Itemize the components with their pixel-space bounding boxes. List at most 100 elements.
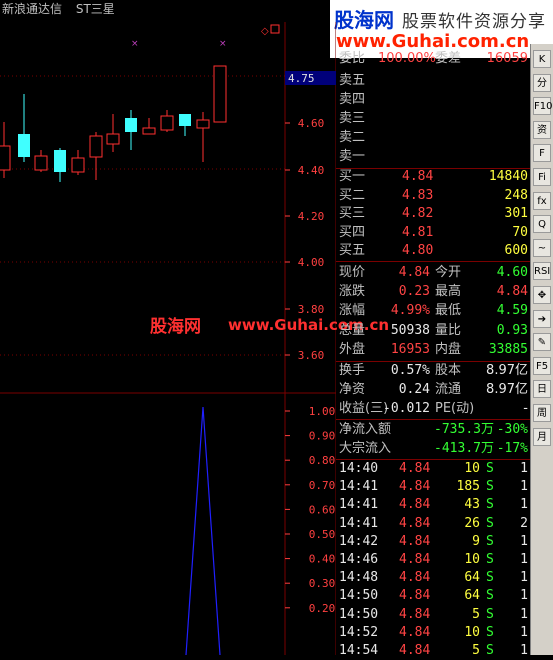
bid-row[interactable]: 买二 4.83 248 — [338, 187, 530, 205]
divider — [336, 261, 530, 262]
candle-body — [89, 135, 103, 158]
price-tick-label: 4.40 — [298, 164, 325, 177]
bid-price: 4.83 — [402, 187, 434, 203]
bid-label: 买二 — [339, 187, 366, 203]
current-price-label: 4.75 — [288, 72, 315, 85]
tick-volume: 64 — [464, 588, 480, 604]
tick-count: 1 — [520, 588, 528, 604]
ask-row[interactable]: 卖五 — [338, 72, 530, 90]
ask-row[interactable]: 卖四 — [338, 91, 530, 109]
flow-label: 净流入额 — [339, 422, 392, 437]
bid-row[interactable]: 买五 4.80 600 — [338, 242, 530, 260]
stat-label: 现价 — [339, 265, 366, 280]
tick-time: 14:41 — [339, 515, 379, 531]
price-tick-label: 4.00 — [298, 256, 325, 269]
title-bar: 新浪通达信 ST三星 — [0, 0, 330, 18]
divider — [336, 419, 530, 420]
tick-count: 1 — [520, 624, 528, 640]
indicator-tick-label: 0.30 — [309, 577, 336, 590]
fund-row: 换手 0.57% 股本 8.97亿 — [338, 362, 530, 380]
toolbar-button[interactable]: F5 — [533, 356, 551, 375]
bid-price: 4.82 — [402, 206, 434, 221]
flow-row: 净流入额 -735.3万 -30% — [338, 421, 530, 439]
tick-row: 14:54 4.84 5 S 1 — [338, 642, 530, 660]
price-tick-label: 4.20 — [298, 210, 325, 223]
tick-row: 14:46 4.84 10 S 1 — [338, 551, 530, 569]
toolbar-button[interactable]: 资 — [533, 120, 551, 139]
toolbar-button[interactable]: 周 — [533, 404, 551, 422]
toolbar-button[interactable]: fx — [533, 191, 551, 210]
toolbar-button[interactable]: ✥ — [533, 286, 551, 304]
logo-tagline: 股票软件资源分享 — [402, 12, 546, 32]
price-grid — [0, 75, 285, 356]
tick-time: 14:46 — [339, 552, 379, 567]
toolbar-button[interactable]: ➔ — [533, 309, 551, 328]
flow-pct: -17% — [496, 441, 528, 456]
tick-time: 14:48 — [339, 570, 379, 586]
tick-side: S — [486, 606, 494, 622]
flow-row: 大宗流入 -413.7万 -17% — [338, 440, 530, 458]
ask-row[interactable]: 卖三 — [338, 110, 530, 128]
tick-volume: 5 — [472, 643, 480, 658]
side-toolbar: K 分 F10 资 F Fi fx Q ~ RSI ✥ ➔ ✎ F5 日周月 — [530, 44, 553, 655]
fund-value: 8.97亿 — [486, 363, 528, 378]
toolbar-button[interactable]: F10 — [533, 97, 552, 116]
toolbar-button[interactable]: F — [533, 144, 551, 163]
indicator-tick-label: 0.70 — [309, 479, 336, 492]
stat-label: 最高 — [435, 284, 462, 300]
candle-body — [106, 133, 120, 145]
toolbar-button[interactable]: K — [533, 50, 551, 68]
square-icon — [270, 24, 280, 34]
toolbar-button[interactable]: ~ — [533, 238, 551, 257]
tick-side: S — [486, 533, 494, 549]
tick-row: 14:50 4.84 64 S 1 — [338, 587, 530, 605]
flow-amount: -413.7万 — [434, 441, 494, 456]
bid-label: 买五 — [339, 243, 366, 258]
bid-price: 4.84 — [402, 169, 434, 184]
candle-body — [34, 155, 48, 171]
tick-price: 4.84 — [399, 588, 431, 604]
tick-count: 1 — [520, 497, 528, 513]
stat-value: 4.84 — [398, 265, 430, 280]
bid-price: 4.80 — [402, 243, 434, 258]
watermark-brand: 股海网 — [150, 317, 201, 337]
fund-label: PE(动) — [435, 401, 475, 416]
kline-chart[interactable]: × × ◇ 4.60 4.40 4.20 4.00 3.80 3.60 4.75 1.00… — [0, 22, 336, 655]
tick-price: 4.84 — [399, 479, 431, 495]
toolbar-button[interactable]: Fi — [533, 168, 551, 186]
bid-row[interactable]: 买三 4.82 301 — [338, 205, 530, 223]
price-tick-label: 4.60 — [298, 117, 325, 130]
fund-value: 0.24 — [398, 382, 430, 397]
toolbar-button[interactable]: Q — [533, 215, 551, 234]
logo-brand: 股海网 — [334, 8, 394, 32]
tick-price: 4.84 — [399, 533, 431, 549]
fund-label: 换手 — [339, 363, 366, 378]
tick-price: 4.84 — [399, 552, 431, 567]
stat-value: 0.23 — [398, 284, 430, 300]
tick-time: 14:41 — [339, 497, 379, 513]
tick-row: 14:41 4.84 185 S 1 — [338, 478, 530, 496]
candle-body — [179, 114, 191, 126]
bid-row[interactable]: 买四 4.81 70 — [338, 224, 530, 242]
candle-body — [125, 118, 137, 132]
toolbar-button[interactable]: 日 — [533, 380, 551, 399]
stat-value: 16953 — [390, 341, 430, 357]
ask-label: 卖四 — [339, 92, 366, 107]
tick-row: 14:48 4.84 64 S 1 — [338, 569, 530, 587]
toolbar-button[interactable]: RSI — [533, 262, 551, 281]
tick-price: 4.84 — [399, 515, 431, 531]
diamond-icon: ◇ — [261, 26, 269, 37]
fund-label: 流通 — [435, 382, 462, 397]
ask-row[interactable]: 卖一 — [338, 148, 530, 166]
bid-row[interactable]: 买一 4.84 14840 — [338, 168, 530, 186]
toolbar-button[interactable]: 分 — [533, 73, 551, 92]
toolbar-button[interactable]: ✎ — [533, 333, 551, 352]
tick-volume: 10 — [464, 624, 480, 640]
fund-value: 0.57% — [390, 363, 430, 378]
stat-label: 内盘 — [435, 341, 462, 357]
toolbar-button[interactable]: 月 — [533, 427, 551, 446]
ask-row[interactable]: 卖二 — [338, 129, 530, 147]
indicator-line — [185, 406, 221, 655]
indicator-tick-label: 0.20 — [309, 602, 336, 615]
bid-volume: 301 — [504, 206, 528, 221]
